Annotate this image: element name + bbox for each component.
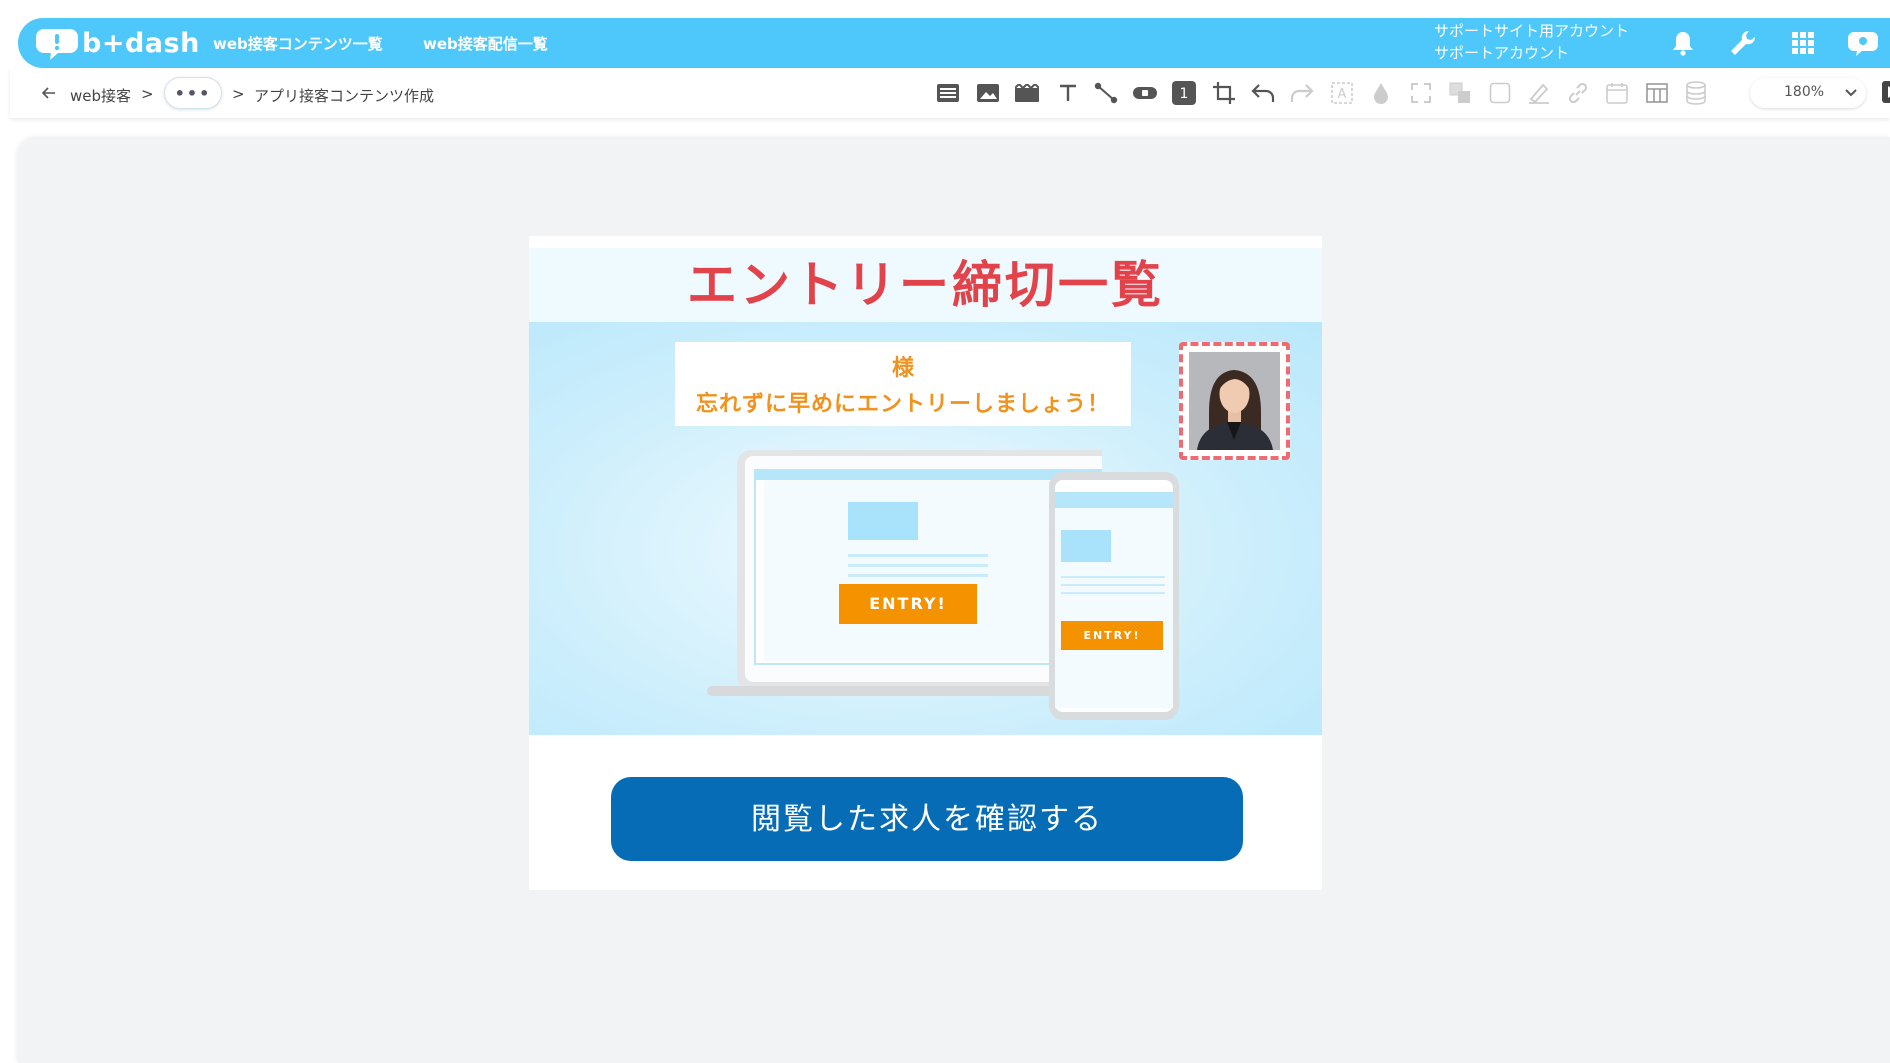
account-name-primary: サポートサイト用アカウント	[1434, 22, 1630, 40]
shape-icon	[1487, 80, 1513, 106]
layer-icon	[1447, 80, 1473, 106]
expand-icon	[1408, 80, 1434, 106]
breadcrumb-separator: >	[141, 85, 154, 103]
calendar-icon	[1604, 80, 1630, 106]
illustration-area[interactable]: 様 忘れずに早めにエントリーしましょう！ ENTRY! ENTRY!	[529, 322, 1322, 735]
nav-delivery-list[interactable]: web接客配信一覧	[423, 33, 548, 54]
selected-image-frame[interactable]	[1179, 342, 1290, 460]
number-badge-label: 1	[1180, 86, 1189, 102]
profile-photo[interactable]	[1189, 352, 1280, 450]
message-honorific: 様	[891, 356, 914, 381]
bell-icon[interactable]	[1668, 28, 1698, 58]
crop-icon[interactable]	[1211, 80, 1237, 106]
phone-entry-label: ENTRY!	[1061, 621, 1163, 650]
fill-icon	[1368, 80, 1394, 106]
zoom-value: 180%	[1784, 84, 1825, 100]
support-icon[interactable]	[1848, 28, 1878, 58]
account-info[interactable]: サポートサイト用アカウント サポートアカウント	[1434, 20, 1629, 64]
message-text: 忘れずに早めにエントリーしましょう！	[695, 392, 1110, 417]
nav-content-list[interactable]: web接客コンテンツ一覧	[213, 33, 383, 54]
breadcrumb-current: アプリ接客コンテンツ作成	[254, 87, 435, 105]
laptop-illustration	[707, 450, 1102, 696]
ellipsis-icon: •••	[174, 83, 212, 103]
editor-toolbar: web接客 > ••• > アプリ接客コンテンツ作成 1 A 180%	[10, 68, 1890, 118]
back-arrow-icon[interactable]	[41, 85, 56, 103]
view-jobs-button[interactable]: 閲覧した求人を確認する	[611, 777, 1243, 861]
chevron-down-icon	[1845, 89, 1857, 97]
link-icon	[1565, 80, 1591, 106]
message-box[interactable]: 様 忘れずに早めにエントリーしましょう！	[675, 342, 1131, 426]
zoom-select[interactable]: 180%	[1750, 78, 1866, 108]
breadcrumb-ellipsis-button[interactable]: •••	[164, 77, 222, 109]
video-icon[interactable]	[1014, 80, 1040, 106]
logo-icon	[36, 29, 78, 60]
content-title[interactable]: エントリー締切一覧	[529, 248, 1322, 322]
logo[interactable]: b+dash	[36, 24, 200, 62]
title-band[interactable]: エントリー締切一覧	[529, 248, 1322, 322]
connector-icon[interactable]	[1093, 80, 1119, 106]
image-icon[interactable]	[975, 80, 1001, 106]
list-icon[interactable]	[935, 80, 961, 106]
svg-text:A: A	[1338, 87, 1347, 102]
button-icon[interactable]	[1132, 80, 1158, 106]
undo-icon[interactable]	[1250, 80, 1276, 106]
phone-illustration	[1049, 472, 1179, 720]
text-frame-icon: A	[1329, 80, 1355, 106]
content-card[interactable]: エントリー締切一覧 様 忘れずに早めにエントリーしましょう！ ENTRY! EN…	[529, 236, 1322, 890]
breadcrumb-root[interactable]: web接客	[70, 85, 131, 106]
table-icon	[1644, 80, 1670, 106]
pen-icon	[1526, 80, 1552, 106]
laptop-entry-label: ENTRY!	[839, 584, 977, 624]
database-icon	[1683, 80, 1709, 106]
grid-icon[interactable]	[1788, 28, 1818, 58]
logo-text: b+dash	[82, 27, 200, 59]
account-name-secondary: サポートアカウント	[1434, 44, 1570, 62]
number-badge-icon[interactable]: 1	[1171, 80, 1197, 106]
text-icon[interactable]	[1055, 80, 1081, 106]
redo-icon	[1289, 80, 1315, 106]
play-icon[interactable]	[1882, 81, 1890, 103]
wrench-icon[interactable]	[1728, 28, 1758, 58]
top-header: b+dash web接客コンテンツ一覧 web接客配信一覧 サポートサイト用アカ…	[18, 18, 1890, 68]
breadcrumb-separator: >	[232, 85, 245, 103]
